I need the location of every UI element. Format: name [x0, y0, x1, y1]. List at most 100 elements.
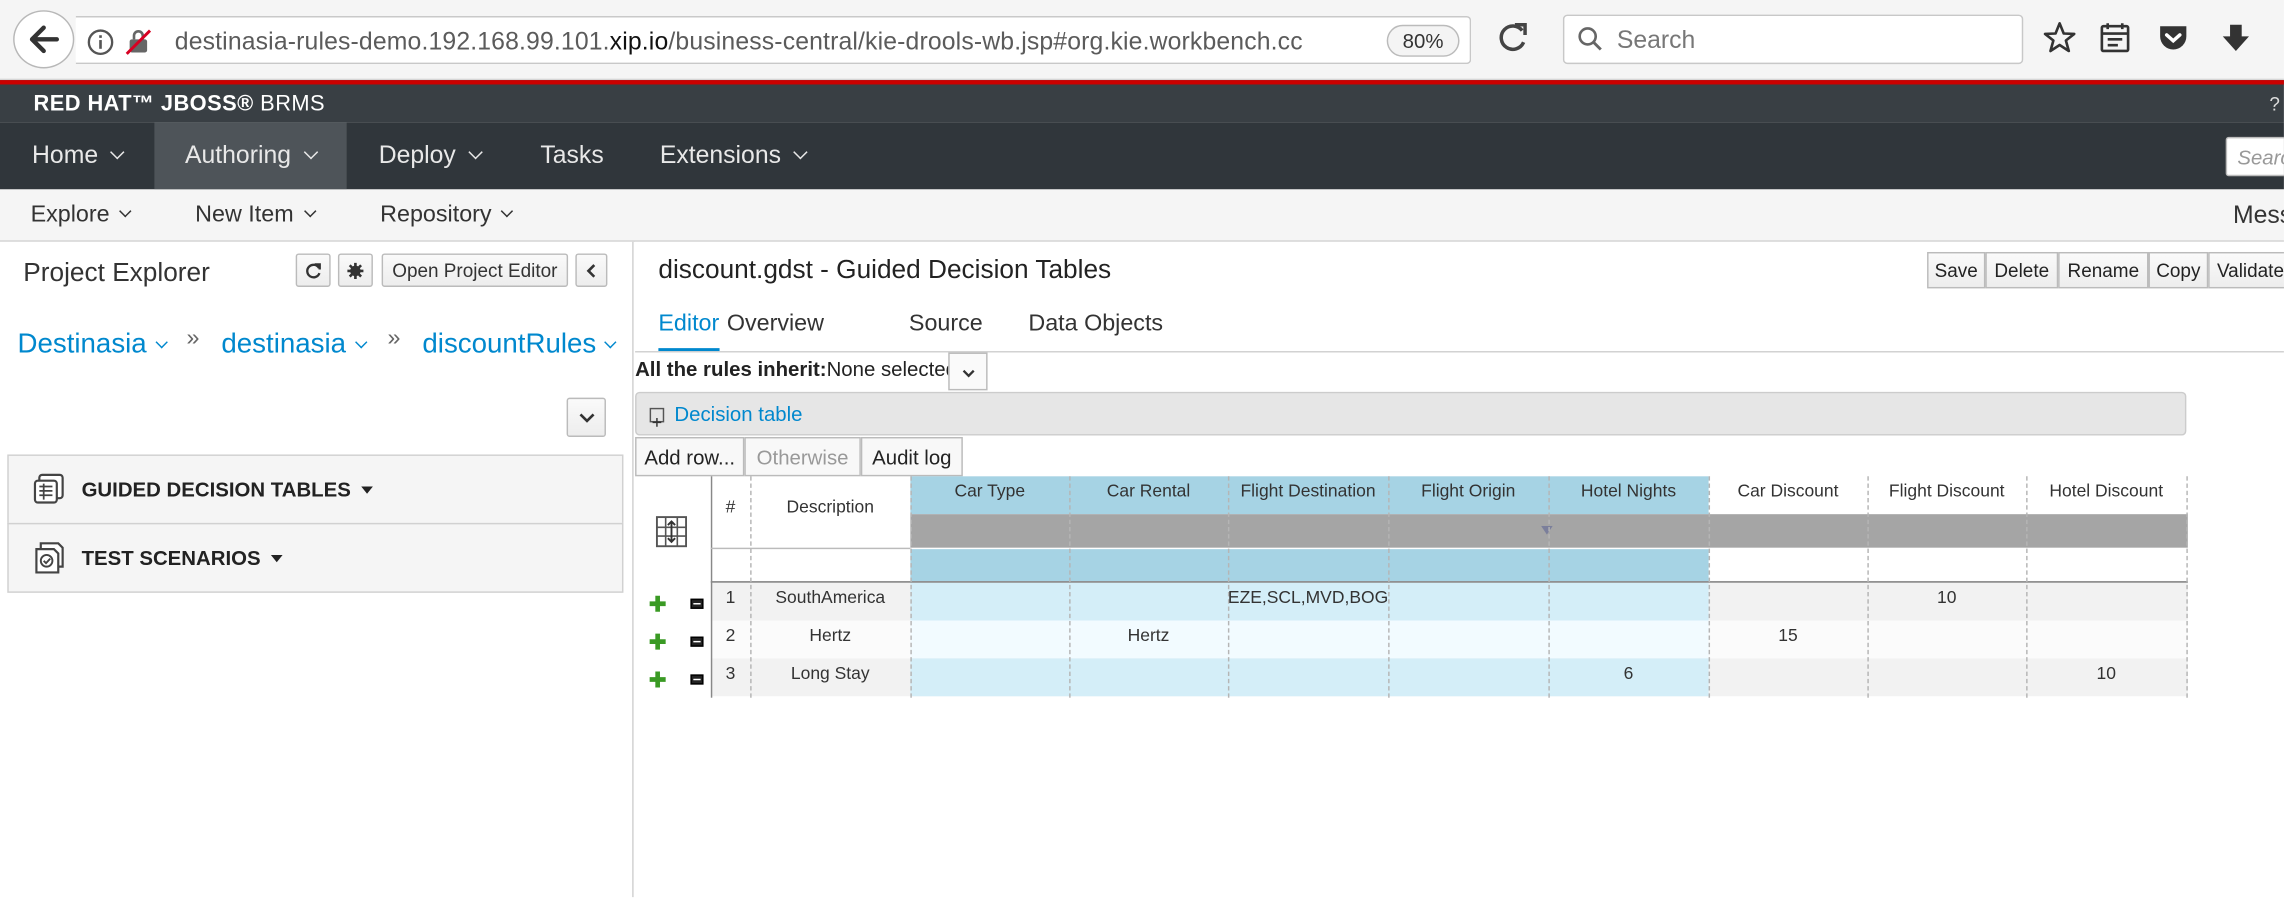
tab-overview[interactable]: Overview [727, 312, 824, 338]
subnav-explore[interactable]: Explore [31, 189, 132, 241]
project-explorer-panel: Project Explorer Open Project Editor Des… [0, 241, 634, 898]
chevron-down-icon [119, 205, 132, 218]
delete-row-icon[interactable] [690, 674, 704, 685]
nav-search-input[interactable]: Search [2225, 136, 2284, 177]
refresh-button[interactable] [295, 253, 331, 287]
view-options-dropdown[interactable] [566, 397, 606, 437]
decision-table-editor: discount.gdst - Guided Decision Tables S… [635, 241, 2284, 898]
table-cell[interactable]: 10 [2026, 663, 2186, 683]
download-icon[interactable] [2218, 20, 2253, 55]
section-guided-decision-tables[interactable]: GUIDED DECISION TABLES [7, 454, 624, 525]
url-bar[interactable]: destinasia-rules-demo.192.168.99.101.xip… [75, 16, 1472, 65]
add-row-icon[interactable] [648, 670, 667, 689]
back-button[interactable] [13, 10, 75, 69]
insecure-lock-icon[interactable] [124, 28, 153, 57]
tab-data-objects[interactable]: Data Objects [1028, 312, 1163, 338]
main-nav: Home Authoring Deploy Tasks Extensions S… [0, 122, 2284, 190]
validate-button[interactable]: Validate [2208, 251, 2284, 289]
column-header-flight-origin[interactable]: Flight Origin [1388, 481, 1548, 501]
row-description[interactable]: SouthAmerica [750, 587, 910, 607]
open-project-editor-button[interactable]: Open Project Editor [381, 253, 569, 287]
pocket-icon[interactable] [2156, 20, 2191, 55]
nav-tasks[interactable]: Tasks [540, 122, 603, 189]
chevron-down-icon [962, 369, 975, 378]
column-config-icon[interactable] [655, 516, 688, 548]
section-test-scenarios[interactable]: TEST SCENARIOS [7, 522, 624, 593]
info-icon[interactable] [86, 28, 115, 57]
row-number-header: # [725, 496, 736, 518]
bookmark-star-icon[interactable] [2042, 20, 2077, 55]
delete-row-icon[interactable] [690, 636, 704, 647]
row-condition-bg-2 [910, 620, 1709, 659]
chevron-down-icon [155, 336, 168, 349]
rename-button[interactable]: Rename [2058, 251, 2149, 289]
nav-authoring[interactable]: Authoring [154, 122, 347, 190]
nav-deploy[interactable]: Deploy [379, 122, 483, 189]
subnav-new-item[interactable]: New Item [195, 189, 316, 241]
nav-home[interactable]: Home [0, 122, 154, 189]
table-cell[interactable]: 6 [1548, 663, 1708, 683]
grid-divider [710, 581, 2188, 584]
audit-log-button[interactable]: Audit log [860, 436, 963, 477]
test-scenario-icon [35, 542, 64, 574]
column-header-hotel-nights[interactable]: Hotel Nights [1548, 481, 1708, 501]
row-description[interactable]: Hertz [750, 625, 910, 645]
column-header-car-rental[interactable]: Car Rental [1069, 481, 1228, 501]
chevron-down-icon [578, 412, 594, 423]
add-row-button[interactable]: Add row... [635, 436, 745, 477]
row-number: 3 [725, 662, 736, 684]
settings-button[interactable] [337, 253, 373, 287]
breadcrumb-organization[interactable]: Destinasia [17, 329, 168, 361]
column-header-flight-discount[interactable]: Flight Discount [1867, 481, 2026, 501]
row-number: 2 [725, 624, 736, 646]
row-description[interactable]: Long Stay [750, 663, 910, 683]
chevron-down-icon [354, 336, 367, 349]
dropdown-triangle-icon [361, 486, 373, 494]
row-number: 1 [725, 587, 736, 608]
column-header-flight-destination[interactable]: Flight Destination [1228, 481, 1388, 501]
condition-subheader-bg [910, 549, 1709, 582]
delete-button[interactable]: Delete [1985, 251, 2059, 289]
tab-source[interactable]: Source [909, 312, 983, 338]
save-button[interactable]: Save [1927, 251, 1986, 289]
table-cell[interactable]: EZE,SCL,MVD,BOG,G [1228, 587, 1388, 607]
grid-divider [710, 547, 911, 550]
breadcrumb-separator: » [387, 326, 401, 352]
editor-tabs: Editor Overview Source Data Objects [635, 297, 2284, 353]
messages-link[interactable]: Mess [2233, 189, 2284, 241]
column-header-hotel-discount[interactable]: Hotel Discount [2026, 481, 2186, 501]
help-icon[interactable]: ? [2269, 93, 2280, 115]
browser-search-field[interactable]: Search [1562, 14, 2024, 65]
zoom-indicator[interactable]: 80% [1386, 24, 1460, 57]
sub-nav: Explore New Item Repository Mess [0, 189, 2284, 242]
tab-editor[interactable]: Editor [658, 312, 720, 352]
browser-search-placeholder: Search [1616, 26, 1696, 54]
breadcrumb-separator: » [186, 326, 200, 352]
description-header: Description [786, 496, 874, 518]
product-header: RED HAT™ JBOSS® BRMS ? [0, 80, 2284, 123]
column-header-car-type[interactable]: Car Type [910, 481, 1069, 501]
nav-extensions[interactable]: Extensions [660, 122, 808, 189]
table-cell[interactable]: 10 [1867, 587, 2026, 607]
inherit-dropdown[interactable] [948, 352, 988, 391]
table-cell[interactable]: Hertz [1069, 625, 1228, 645]
back-arrow-icon [29, 25, 59, 54]
breadcrumb-project[interactable]: discountRules [422, 329, 617, 361]
collapse-panel-button[interactable] [575, 253, 608, 287]
add-row-icon[interactable] [648, 594, 667, 613]
table-cell[interactable]: 15 [1709, 625, 1868, 645]
delete-row-icon[interactable] [690, 598, 704, 609]
copy-button[interactable]: Copy [2148, 251, 2209, 289]
screen: destinasia-rules-demo.192.168.99.101.xip… [0, 0, 2284, 898]
reload-icon[interactable] [1497, 20, 1529, 55]
decision-table-section[interactable]: Decision table [635, 391, 2187, 436]
rule-inherit-label: All the rules inherit:None selected [635, 356, 957, 381]
reading-list-icon[interactable] [2098, 20, 2133, 55]
expand-icon[interactable] [649, 407, 665, 427]
breadcrumb-repository[interactable]: destinasia [221, 329, 367, 361]
add-row-icon[interactable] [648, 632, 667, 651]
chevron-down-icon [793, 145, 808, 160]
subnav-repository[interactable]: Repository [380, 189, 514, 241]
decision-grid: # Description Car Type Car Rental Flight… [635, 476, 2188, 698]
column-header-car-discount[interactable]: Car Discount [1709, 481, 1868, 501]
